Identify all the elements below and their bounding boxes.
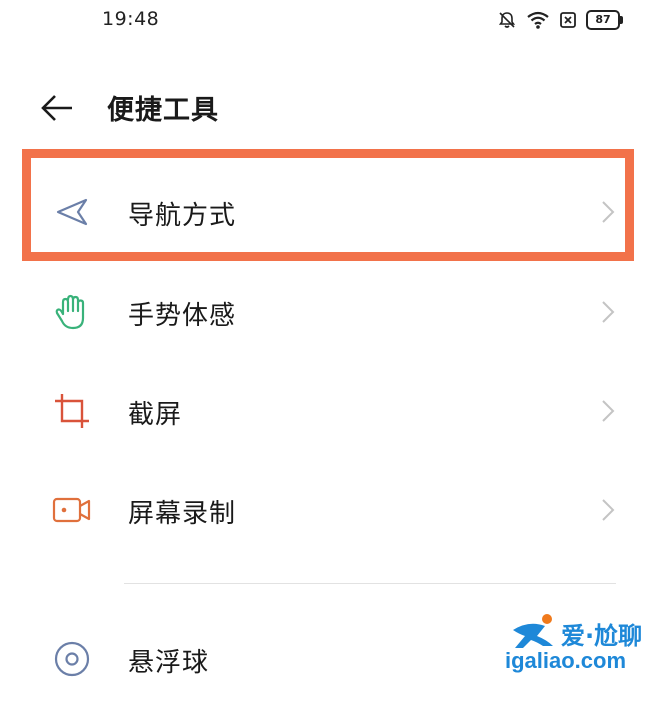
wifi-icon	[527, 11, 549, 29]
menu-item-navigation[interactable]: 导航方式	[0, 167, 670, 257]
page-header: 便捷工具	[0, 80, 670, 136]
menu-item-gestures[interactable]: 手势体感	[0, 267, 670, 357]
menu-item-screen-record[interactable]: 屏幕录制	[0, 465, 670, 555]
menu-item-label: 导航方式	[128, 201, 237, 231]
watermark-text: 爱·尬聊	[561, 622, 643, 650]
navigation-arrow-icon	[56, 198, 88, 226]
menu-item-screenshot[interactable]: 截屏	[0, 366, 670, 456]
watermark-logo: 爱·尬聊 igaliao.com	[503, 612, 663, 678]
screen-record-icon	[52, 497, 91, 523]
chevron-right-icon	[602, 301, 615, 323]
status-bar: 19:48 87	[0, 0, 670, 40]
battery-indicator: 87	[586, 10, 623, 30]
menu-item-label: 屏幕录制	[128, 499, 237, 529]
floating-ball-icon	[54, 641, 90, 677]
runner-logo-icon	[513, 614, 553, 648]
sim-none-icon	[560, 12, 576, 28]
menu-item-label: 手势体感	[128, 301, 237, 331]
page-title: 便捷工具	[107, 95, 219, 126]
section-divider	[124, 583, 616, 584]
crop-screenshot-icon	[55, 394, 89, 428]
chevron-right-icon	[602, 400, 615, 422]
back-arrow-icon[interactable]	[38, 90, 78, 126]
menu-item-label: 悬浮球	[128, 648, 210, 678]
status-time: 19:48	[102, 8, 160, 30]
hand-gesture-icon	[55, 294, 85, 330]
chevron-right-icon	[602, 201, 615, 223]
chevron-right-icon	[602, 499, 615, 521]
status-icons: 87	[497, 8, 623, 32]
bell-muted-icon	[498, 12, 516, 28]
watermark-url: igaliao.com	[505, 648, 627, 673]
menu-item-label: 截屏	[128, 400, 183, 430]
